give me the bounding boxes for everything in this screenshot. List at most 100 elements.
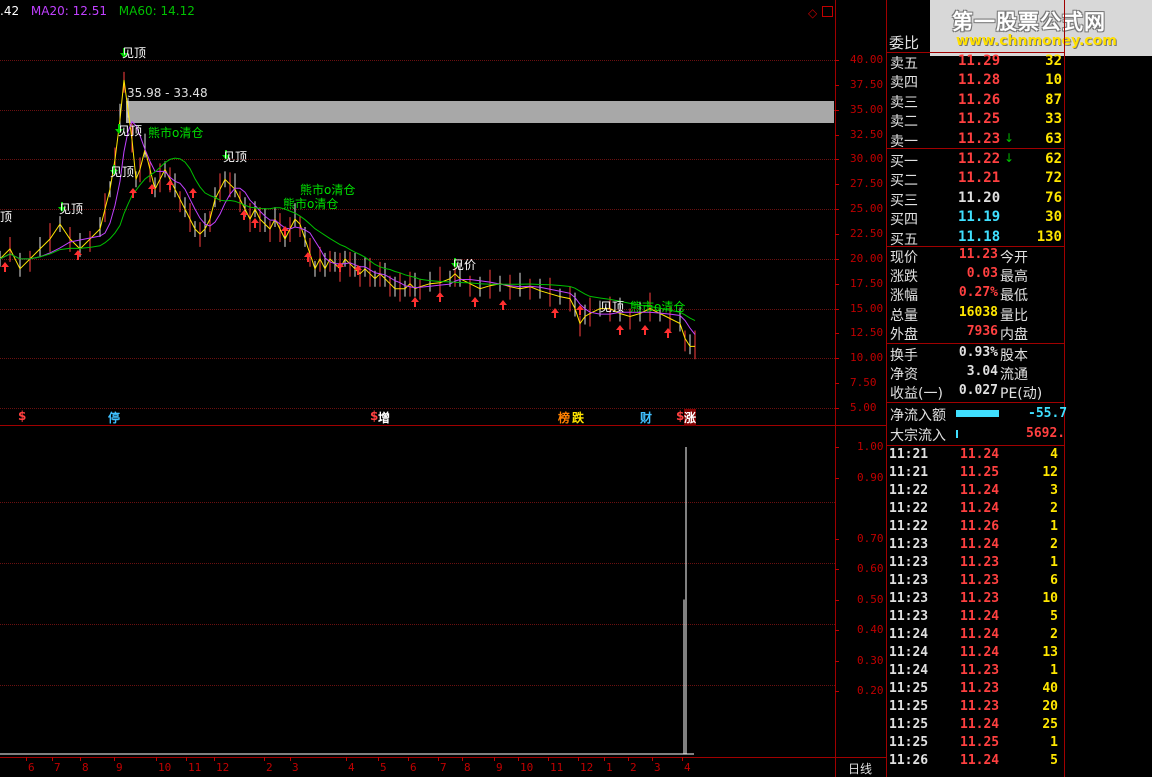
net-inflow-value: -55.7	[1028, 406, 1068, 421]
tick-row[interactable]: 11:24 11.23 1	[888, 663, 1064, 681]
tick-row[interactable]: 11:24 11.24 13	[888, 645, 1064, 663]
quote-row: 收益(一) 0.027 PE(动)	[888, 383, 1064, 402]
date-tick-label: 4	[348, 761, 355, 774]
date-tick-label: 8	[464, 761, 471, 774]
price-tick	[835, 333, 839, 335]
date-tick-mark	[264, 757, 265, 761]
ma5-line	[0, 79, 695, 347]
order-level-label: 卖二	[890, 114, 918, 131]
tick-row[interactable]: 11:22 11.26 1	[888, 519, 1064, 537]
tick-row[interactable]: 11:23 11.24 5	[888, 609, 1064, 627]
order-book-row[interactable]: 卖四 11.28 10	[888, 72, 1064, 91]
date-tick-label: 9	[496, 761, 503, 774]
price-tick	[835, 308, 839, 310]
event-marker[interactable]: 财	[640, 409, 652, 426]
quote-value: 3.04	[966, 364, 998, 380]
tick-price: 11.23	[960, 591, 1000, 606]
tick-row[interactable]: 11:23 11.23 6	[888, 573, 1064, 591]
top-label: 见顶	[122, 46, 147, 60]
order-level-label: 卖三	[890, 94, 918, 111]
buy-arrow-icon	[129, 188, 137, 198]
tick-volume: 1	[1050, 663, 1058, 678]
date-tick-label: 1	[606, 761, 613, 774]
tick-time: 11:21	[889, 447, 929, 462]
date-tick-label: 3	[654, 761, 661, 774]
tick-row[interactable]: 11:22 11.24 3	[888, 483, 1064, 501]
tick-row[interactable]: 11:23 11.23 1	[888, 555, 1064, 573]
tick-row[interactable]: 11:25 11.23 20	[888, 699, 1064, 717]
quote-label: 净资	[890, 367, 918, 384]
quote-value: 0.27%	[958, 285, 998, 301]
order-book-row[interactable]: 买一 11.22 ↓ 62	[888, 151, 1064, 170]
tick-volume: 1	[1050, 519, 1058, 534]
block-inflow-value: 5692.	[1026, 426, 1066, 441]
event-marker[interactable]: 增	[378, 409, 390, 426]
event-marker[interactable]: $	[18, 409, 26, 423]
order-volume: 62	[1045, 151, 1062, 167]
event-marker[interactable]: 跌	[572, 409, 584, 426]
tick-time: 11:22	[889, 519, 929, 534]
tick-volume: 10	[1042, 591, 1058, 606]
order-book-row[interactable]: 卖五 11.29 32	[888, 53, 1064, 72]
date-tick-label: 10	[158, 761, 172, 774]
order-book-row[interactable]: 卖三 11.26 87	[888, 92, 1064, 111]
event-marker[interactable]: 榜	[558, 409, 570, 426]
tick-price: 11.24	[960, 627, 1000, 642]
kline-chart[interactable]	[0, 0, 835, 425]
tick-time: 11:23	[889, 573, 929, 588]
tick-price: 11.23	[960, 573, 1000, 588]
tick-price: 11.24	[960, 609, 1000, 624]
tick-price: 11.25	[960, 465, 1000, 480]
order-ratio-label: 委比	[889, 34, 920, 52]
price-tick	[835, 358, 839, 360]
tick-volume: 40	[1042, 681, 1058, 696]
tick-row[interactable]: 11:25 11.24 25	[888, 717, 1064, 735]
date-tick-label: 9	[116, 761, 123, 774]
order-book-row[interactable]: 买四 11.19 30	[888, 209, 1064, 228]
tick-price: 11.24	[960, 501, 1000, 516]
indicator-tick	[835, 447, 839, 448]
date-tick-label: 6	[28, 761, 35, 774]
down-arrow-icon: ↓	[1004, 151, 1015, 165]
event-marker[interactable]: 停	[108, 409, 120, 426]
order-book-row[interactable]: 卖二 11.25 33	[888, 111, 1064, 130]
tick-time: 11:23	[889, 609, 929, 624]
buy-arrow-icon	[189, 188, 197, 198]
price-tick	[835, 109, 839, 111]
quote-label: 外盘	[890, 326, 918, 343]
tick-price: 11.25	[960, 735, 1000, 750]
tick-row[interactable]: 11:23 11.24 2	[888, 537, 1064, 555]
order-volume: 10	[1045, 72, 1062, 89]
order-price: 11.19	[958, 209, 1001, 226]
date-tick-mark	[186, 757, 187, 761]
tick-time: 11:25	[889, 699, 929, 714]
tick-row[interactable]: 11:24 11.24 2	[888, 627, 1064, 645]
tick-time: 11:24	[889, 627, 929, 642]
tick-volume: 3	[1050, 483, 1058, 498]
tick-row[interactable]: 11:25 11.23 40	[888, 681, 1064, 699]
date-tick-mark	[114, 757, 115, 761]
tick-row[interactable]: 11:22 11.24 2	[888, 501, 1064, 519]
order-book-row[interactable]: 买二 11.21 72	[888, 170, 1064, 189]
quote-label: 内盘	[1000, 326, 1028, 343]
quote-value: 0.93%	[958, 345, 998, 360]
quote-label: 流通	[1000, 367, 1028, 384]
date-tick-mark	[518, 757, 519, 761]
tick-row[interactable]: 11:25 11.25 1	[888, 735, 1064, 753]
tick-row[interactable]: 11:26 11.24 5	[888, 753, 1064, 771]
net-inflow-bar	[956, 410, 1000, 417]
ma20-line	[0, 120, 696, 335]
tick-row[interactable]: 11:21 11.25 12	[888, 465, 1064, 483]
down-arrow-icon: ↓	[1004, 130, 1015, 145]
block-inflow-bar	[956, 430, 958, 438]
tick-row[interactable]: 11:21 11.24 4	[888, 447, 1064, 465]
tick-row[interactable]: 11:23 11.23 10	[888, 591, 1064, 609]
indicator-chart[interactable]	[0, 426, 835, 757]
order-level-label: 卖四	[890, 75, 918, 92]
order-book-row[interactable]: 买五 11.18 130	[888, 229, 1064, 248]
period-label[interactable]: 日线	[848, 760, 872, 777]
order-book-row[interactable]: 卖一 11.23 ↓ 63	[888, 131, 1064, 150]
indicator-tick	[835, 660, 839, 662]
order-book-row[interactable]: 买三 11.20 76	[888, 190, 1064, 209]
event-marker[interactable]: 涨	[684, 409, 697, 426]
